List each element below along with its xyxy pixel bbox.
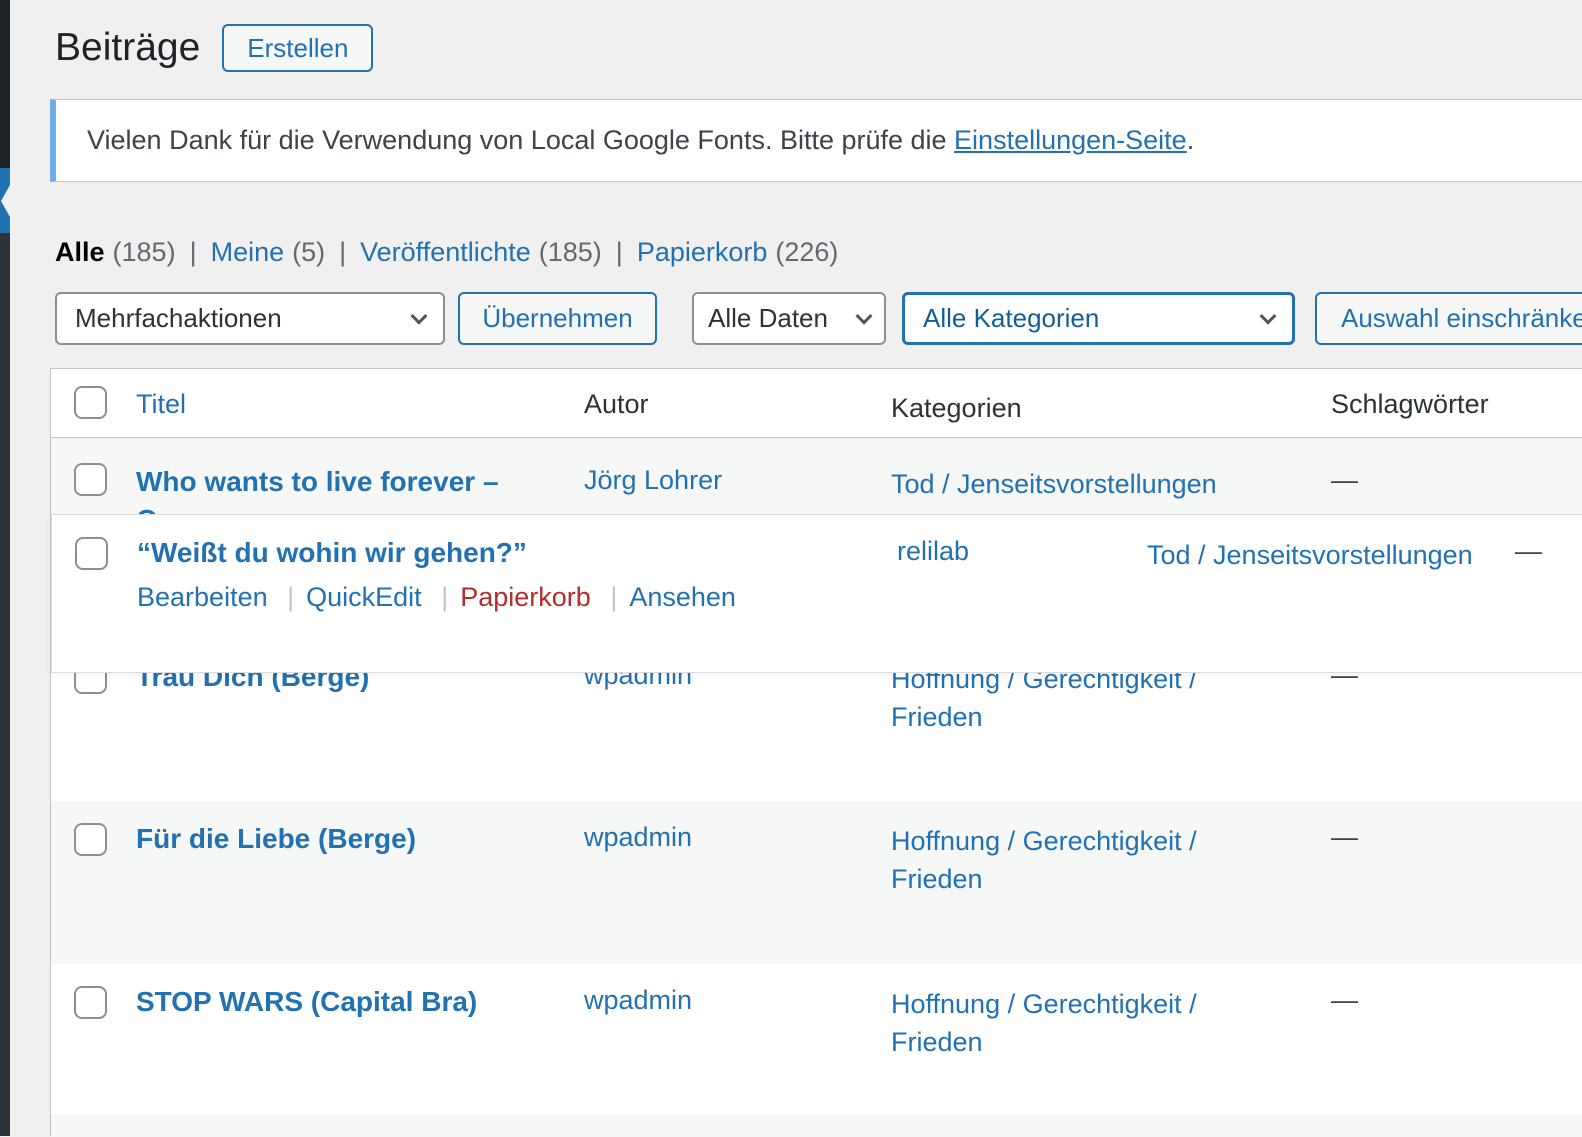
table-row <box>51 1114 1582 1137</box>
table-row: Für die Liebe (Berge) wpadmin Hoffnung /… <box>51 801 1582 964</box>
filter-button-label: Auswahl einschränken <box>1341 303 1582 334</box>
category-link[interactable]: Hoffnung / Gerechtigkeit / Frieden <box>891 664 1197 732</box>
row-checkbox[interactable] <box>74 823 107 856</box>
column-header-categories: Kategorien <box>891 389 1231 427</box>
post-tags-cell: — <box>1331 822 1358 853</box>
admin-menu-rail-lower <box>0 233 10 1136</box>
notice-banner: Vielen Dank für die Verwendung von Local… <box>50 99 1582 182</box>
filter-mine-count: (5) <box>292 237 325 268</box>
filter-trash: Papierkorb (226) <box>602 237 839 268</box>
sort-by-title-link[interactable]: Titel <box>136 389 186 419</box>
filter-mine: Meine (5) <box>176 237 326 268</box>
table-row-hovered: “Weißt du wohin wir gehen?” relilab Tod … <box>51 514 1582 673</box>
post-categories-cell: Hoffnung / Gerechtigkeit / Frieden <box>891 985 1231 1061</box>
settings-page-link[interactable]: Einstellungen-Seite <box>954 125 1187 155</box>
select-all-checkbox[interactable] <box>74 386 107 419</box>
post-categories-cell: Hoffnung / Gerechtigkeit / Frieden <box>891 822 1231 898</box>
post-author-cell: relilab <box>897 536 969 567</box>
admin-menu-rail[interactable] <box>0 0 10 1136</box>
edit-action-link[interactable]: Bearbeiten <box>137 582 268 612</box>
post-tags-cell: — <box>1331 985 1358 1016</box>
post-title-link[interactable]: “Weißt du wohin wir gehen?” <box>137 534 527 572</box>
list-table-controls: Mehrfachaktionen Übernehmen Alle Daten A… <box>55 292 1582 345</box>
post-title-cell: Für die Liebe (Berge) <box>136 820 416 858</box>
post-categories-cell: Tod / Jenseitsvorstellungen <box>1147 536 1473 574</box>
filter-button[interactable]: Auswahl einschränken <box>1315 292 1582 345</box>
post-author-cell: wpadmin <box>584 985 692 1016</box>
author-link[interactable]: Jörg Lohrer <box>584 465 722 495</box>
notice-text: Vielen Dank für die Verwendung von Local… <box>56 125 1194 156</box>
page-title: Beiträge <box>55 26 200 70</box>
column-header-author: Autor <box>584 389 649 420</box>
category-link[interactable]: Tod / Jenseitsvorstellungen <box>1147 540 1473 570</box>
date-filter-value: Alle Daten <box>708 303 828 334</box>
row-checkbox[interactable] <box>74 463 107 496</box>
date-filter-select[interactable]: Alle Daten <box>692 292 886 345</box>
chevron-down-icon <box>411 307 428 324</box>
post-tags-cell: — <box>1331 465 1358 496</box>
table-header-row: Titel Autor Kategorien Schlagwörter <box>51 369 1582 438</box>
bulk-actions-value: Mehrfachaktionen <box>75 303 282 334</box>
active-item-arrow-icon <box>1 185 10 217</box>
column-header-title: Titel <box>136 389 186 420</box>
notice-text-after: . <box>1187 125 1195 155</box>
filter-all-label[interactable]: Alle <box>55 237 105 268</box>
post-title-link[interactable]: Für die Liebe (Berge) <box>136 820 416 858</box>
admin-content: Beiträge Erstellen Vielen Dank für die V… <box>50 0 1582 1136</box>
post-author-cell: wpadmin <box>584 822 692 853</box>
filter-published-count: (185) <box>539 237 602 268</box>
post-title-cell: “Weißt du wohin wir gehen?” <box>137 534 527 572</box>
page-header: Beiträge Erstellen <box>55 24 373 72</box>
chevron-down-icon <box>856 307 873 324</box>
post-author-cell: Jörg Lohrer <box>584 465 722 496</box>
filter-all: Alle (185) <box>55 237 176 268</box>
apply-button-label: Übernehmen <box>482 303 632 334</box>
view-action-link[interactable]: Ansehen <box>598 582 736 612</box>
filter-trash-count: (226) <box>775 237 838 268</box>
filter-published-link[interactable]: Veröffentlichte <box>360 237 531 268</box>
filter-all-count: (185) <box>113 237 176 268</box>
post-categories-cell: Tod / Jenseitsvorstellungen <box>891 465 1231 503</box>
quickedit-action-link[interactable]: QuickEdit <box>275 582 422 612</box>
posts-table: Titel Autor Kategorien Schlagwörter Who … <box>50 368 1582 1136</box>
category-link[interactable]: Hoffnung / Gerechtigkeit / Frieden <box>891 826 1197 894</box>
filter-mine-link[interactable]: Meine <box>211 237 285 268</box>
add-new-post-button[interactable]: Erstellen <box>222 24 373 72</box>
category-link[interactable]: Tod / Jenseitsvorstellungen <box>891 469 1217 499</box>
category-filter-value: Alle Kategorien <box>923 303 1099 334</box>
row-checkbox[interactable] <box>74 986 107 1019</box>
filter-trash-link[interactable]: Papierkorb <box>637 237 768 268</box>
author-link[interactable]: wpadmin <box>584 822 692 852</box>
table-row: STOP WARS (Capital Bra) wpadmin Hoffnung… <box>51 964 1582 1114</box>
author-link[interactable]: wpadmin <box>584 985 692 1015</box>
author-link[interactable]: relilab <box>897 536 969 566</box>
column-header-tags: Schlagwörter <box>1331 389 1489 420</box>
table-row: Who wants to live forever – Q Jörg Lohre… <box>51 438 1582 514</box>
category-filter-select[interactable]: Alle Kategorien <box>902 292 1295 345</box>
admin-menu-active-item[interactable] <box>0 168 10 233</box>
chevron-down-icon <box>1260 307 1277 324</box>
post-tags-cell: — <box>1515 536 1542 567</box>
category-link[interactable]: Hoffnung / Gerechtigkeit / Frieden <box>891 989 1197 1057</box>
post-title-link[interactable]: Who wants to live forever – <box>136 463 499 501</box>
notice-text-before: Vielen Dank für die Verwendung von Local… <box>87 125 954 155</box>
trash-action-link[interactable]: Papierkorb <box>429 582 591 612</box>
row-actions: Bearbeiten QuickEdit Papierkorb Ansehen <box>137 582 736 613</box>
bulk-actions-select[interactable]: Mehrfachaktionen <box>55 292 445 345</box>
filter-published: Veröffentlichte (185) <box>325 237 602 268</box>
post-title-link[interactable]: STOP WARS (Capital Bra) <box>136 983 477 1021</box>
apply-button[interactable]: Übernehmen <box>458 292 657 345</box>
post-status-filters: Alle (185) Meine (5) Veröffentlichte (18… <box>55 237 838 268</box>
row-checkbox[interactable] <box>75 537 108 570</box>
post-title-cell: STOP WARS (Capital Bra) <box>136 983 477 1021</box>
